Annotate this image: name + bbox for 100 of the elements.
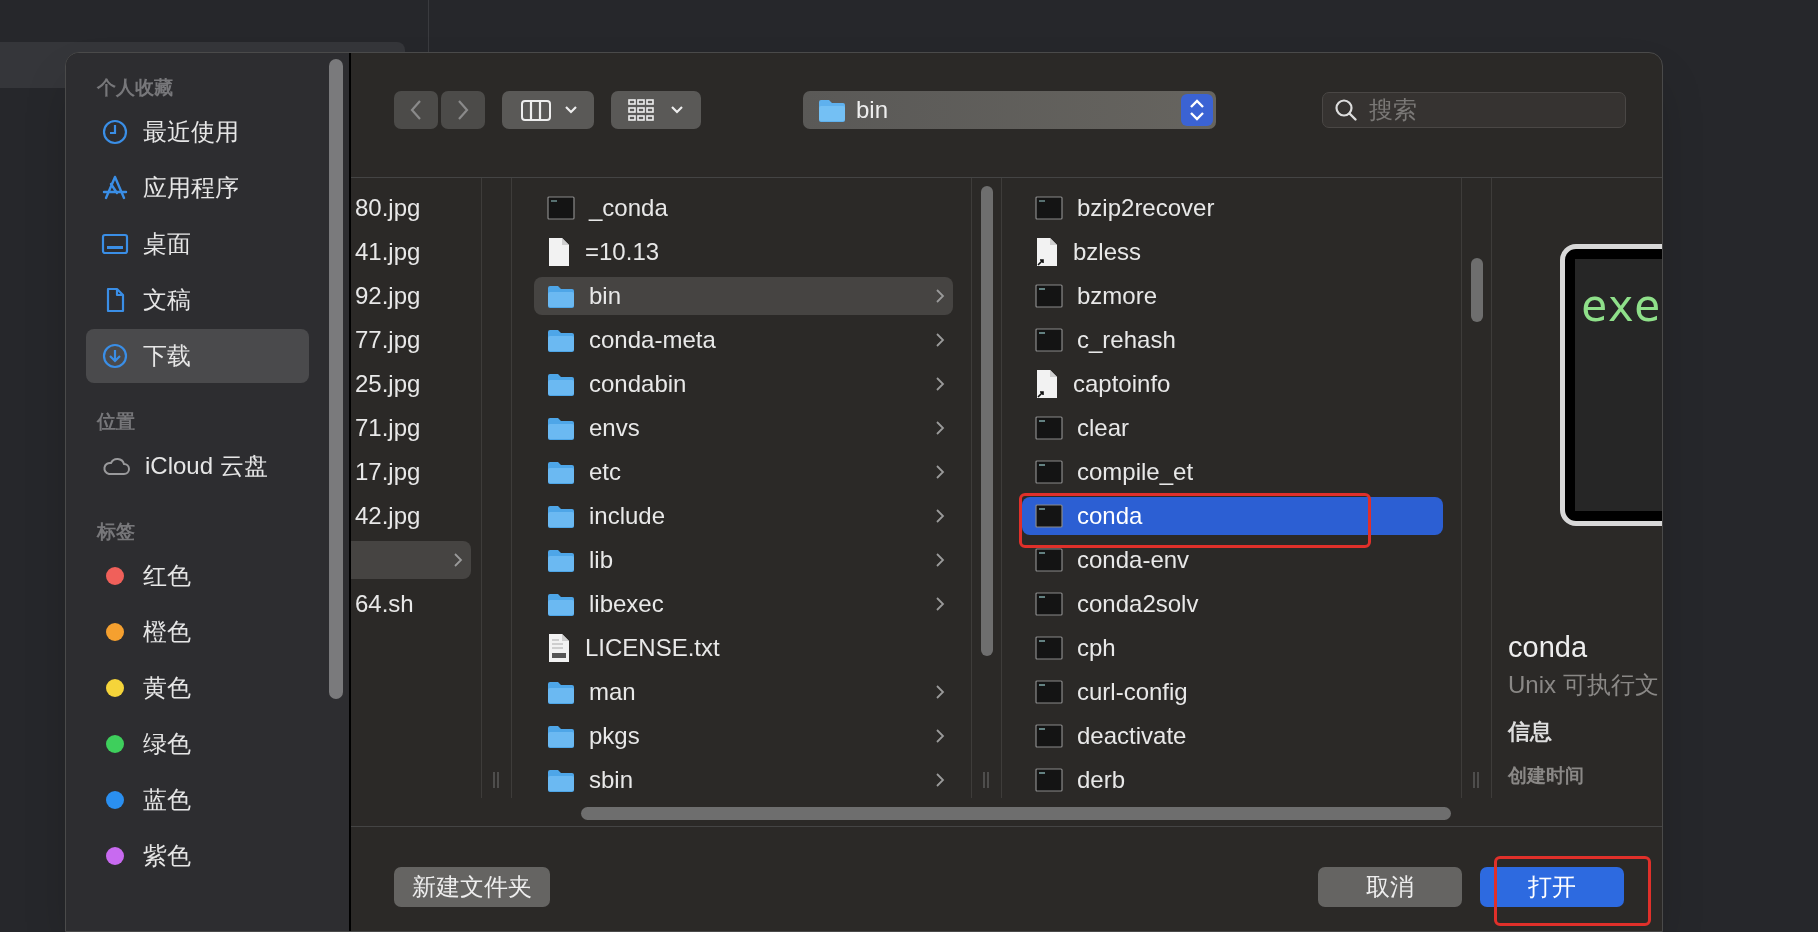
file-row[interactable]: derb [1022,761,1443,798]
file-row[interactable]: sbin [534,761,953,798]
sidebar-label: 红色 [143,561,191,591]
file-row[interactable]: 64.sh [351,585,471,623]
file-name: include [589,501,666,531]
preview-text: exe [1581,280,1661,331]
file-name: sbin [589,765,634,795]
file-row[interactable]: _conda [534,189,953,227]
file-row[interactable]: bzmore [1022,277,1443,315]
file-row[interactable]: cph [1022,629,1443,667]
file-row[interactable]: 17.jpg [351,453,471,491]
file-name: lib [589,545,613,575]
terminal-icon [1035,548,1063,572]
file-row[interactable]: libexec [534,585,953,623]
folder-icon [547,680,575,704]
file-name: deactivate [1077,721,1187,751]
horizontal-scrollbar[interactable] [581,807,1451,820]
file-row[interactable]: include [534,497,953,535]
folder-icon [547,592,575,616]
column-view-button[interactable] [502,91,594,129]
file-row[interactable]: 41.jpg [351,233,471,271]
sidebar-item[interactable]: 文稿 [86,273,309,327]
sidebar-item[interactable]: 橙色 [86,605,309,659]
file-row[interactable]: 25.jpg [351,365,471,403]
file-row[interactable]: LICENSE.txt [534,629,953,667]
sidebar-scrollbar[interactable] [329,59,343,699]
group-view-button[interactable] [611,91,701,129]
file-name: 17.jpg [355,457,421,487]
file-name: 77.jpg [355,325,421,355]
file-row[interactable]: bzip2recover [1022,189,1443,227]
sidebar-label: 桌面 [143,229,191,259]
app-store-icon [101,174,129,202]
sidebar-item[interactable]: 下载 [86,329,309,383]
path-popup[interactable]: bin [803,91,1216,129]
terminal-icon [1035,196,1063,220]
sidebar-item[interactable]: 红色 [86,549,309,603]
file-row[interactable]: 71.jpg [351,409,471,447]
vertical-scrollbar[interactable] [1471,258,1483,322]
file-name: bzip2recover [1077,193,1215,223]
terminal-icon [1035,460,1063,484]
clock-icon [101,118,129,146]
file-row[interactable]: curl-config [1022,673,1443,711]
file-name: conda2solv [1077,589,1199,619]
file-row[interactable]: clear [1022,409,1443,447]
section-header: 个人收藏 [96,76,174,100]
file-name: derb [1077,765,1126,795]
file-row[interactable]: conda2solv [1022,585,1443,623]
file-row[interactable]: condabin [534,365,953,403]
terminal-icon [1035,636,1063,660]
file-row[interactable]: lib [534,541,953,579]
file-row[interactable]: captoinfo [1022,365,1443,403]
file-row[interactable]: deactivate [1022,717,1443,755]
search-field[interactable]: 搜索 [1322,92,1626,128]
folder-icon [547,416,575,440]
open-button[interactable]: 打开 [1480,867,1624,907]
file-name: pkgs [589,721,640,751]
folder-icon [547,548,575,572]
file-row[interactable]: 80.jpg [351,189,471,227]
file-row[interactable]: man [534,673,953,711]
alias-document-icon [1035,237,1059,267]
sidebar-item[interactable]: 紫色 [86,829,309,883]
sidebar-item[interactable]: 最近使用 [86,105,309,159]
sidebar-label: 下载 [143,341,191,371]
terminal-icon [547,196,575,220]
terminal-icon [1035,284,1063,308]
file-row[interactable] [351,541,471,579]
file-row[interactable]: envs [534,409,953,447]
preview-file-name: conda [1508,630,1587,664]
sidebar-label: 橙色 [143,617,191,647]
search-icon [1334,98,1358,122]
file-row[interactable]: pkgs [534,717,953,755]
file-row[interactable]: 42.jpg [351,497,471,535]
file-row[interactable]: =10.13 [534,233,953,271]
info-heading: 信息 [1508,718,1552,746]
folder-icon [818,98,846,122]
file-row[interactable]: conda-env [1022,541,1443,579]
file-name: bzmore [1077,281,1158,311]
file-row[interactable]: compile_et [1022,453,1443,491]
file-name: 64.sh [355,589,414,619]
cancel-button[interactable]: 取消 [1318,867,1462,907]
file-row[interactable]: bin [534,277,953,315]
sidebar-item[interactable]: 桌面 [86,217,309,271]
file-name: etc [589,457,621,487]
sidebar-item[interactable]: 蓝色 [86,773,309,827]
file-row[interactable]: conda [1022,497,1443,535]
section-header: 标签 [95,520,136,544]
sidebar-item[interactable]: 应用程序 [86,161,309,215]
file-row[interactable]: bzless [1022,233,1443,271]
file-row[interactable]: c_rehash [1022,321,1443,359]
file-row[interactable]: 77.jpg [351,321,471,359]
sidebar-item[interactable]: 黄色 [86,661,309,715]
sidebar-item[interactable]: 绿色 [86,717,309,771]
folder-icon [547,768,575,792]
resize-handle-icon [1472,772,1480,788]
new-folder-button[interactable]: 新建文件夹 [394,867,550,907]
sidebar-item[interactable]: iCloud 云盘 [86,439,309,493]
file-row[interactable]: conda-meta [534,321,953,359]
vertical-scrollbar[interactable] [981,186,993,656]
file-row[interactable]: 92.jpg [351,277,471,315]
file-row[interactable]: etc [534,453,953,491]
